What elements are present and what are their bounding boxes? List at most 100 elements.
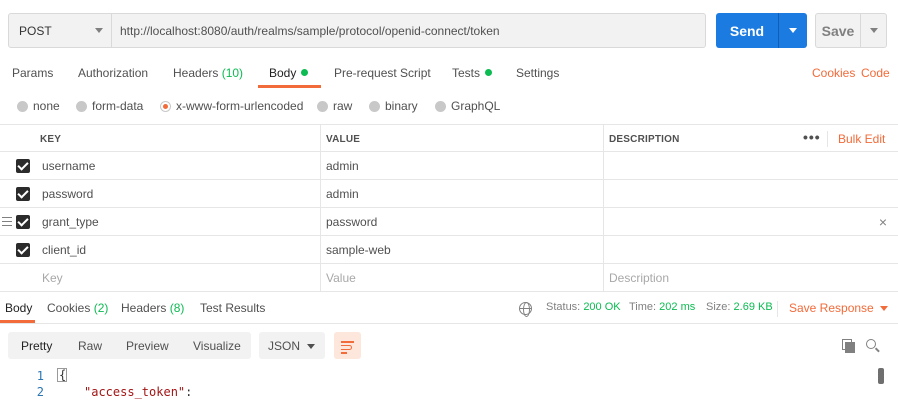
view-preview[interactable]: Preview — [126, 339, 169, 353]
method-select[interactable]: POST — [8, 13, 112, 48]
radio-raw[interactable]: raw — [317, 99, 352, 113]
new-value-input[interactable]: Value — [326, 264, 356, 292]
line-number: 2 — [36, 385, 44, 399]
chevron-down-icon — [95, 28, 103, 33]
close-icon[interactable]: × — [879, 214, 887, 230]
tab-body[interactable]: Body — [269, 66, 309, 80]
json-key: "access_token": — [84, 385, 192, 399]
send-button[interactable]: Send — [716, 13, 807, 48]
divider — [320, 208, 321, 236]
bulk-edit-link[interactable]: Bulk Edit — [838, 132, 885, 146]
divider — [320, 125, 321, 153]
response-tabs: Body Cookies (2) Headers (8) Test Result… — [0, 294, 898, 324]
status-badge: Status: 200 OK — [546, 301, 621, 313]
radio-graphql-label: GraphQL — [451, 99, 501, 113]
divider — [320, 152, 321, 180]
view-raw[interactable]: Raw — [78, 339, 102, 353]
param-value[interactable]: admin — [326, 152, 359, 180]
new-key-input[interactable]: Key — [42, 264, 63, 292]
wrap-icon — [341, 341, 354, 343]
format-select[interactable]: JSON — [259, 332, 325, 359]
request-url-bar: POST http://localhost:8080/auth/realms/s… — [8, 13, 706, 48]
divider — [827, 131, 828, 147]
divider — [603, 180, 604, 208]
checkbox[interactable] — [16, 187, 30, 201]
active-tab-indicator — [0, 320, 35, 323]
save-response-button[interactable]: Save Response — [789, 301, 888, 315]
search-icon[interactable] — [866, 339, 876, 349]
globe-icon[interactable] — [519, 302, 532, 317]
copy-icon[interactable] — [842, 339, 855, 353]
code-link[interactable]: Code — [861, 66, 890, 80]
radio-graphql[interactable]: GraphQL — [435, 99, 500, 113]
drag-handle-icon[interactable] — [2, 217, 12, 226]
url-value: http://localhost:8080/auth/realms/sample… — [120, 23, 500, 38]
tab-tests[interactable]: Tests — [452, 66, 493, 80]
chevron-down-icon — [307, 344, 315, 349]
table-header-row: KEY VALUE DESCRIPTION ••• Bulk Edit — [0, 124, 898, 153]
table-row-new: Key Value Description — [0, 264, 898, 292]
param-value[interactable]: sample-web — [326, 236, 391, 264]
more-options-icon[interactable]: ••• — [803, 129, 821, 145]
time-badge: Time: 202 ms — [629, 301, 695, 313]
radio-binary[interactable]: binary — [369, 99, 418, 113]
size-label: Size: — [706, 301, 731, 313]
view-mode-group: Pretty Raw Preview Visualize — [8, 332, 251, 359]
request-tabs: Params Authorization Headers (10) Body P… — [0, 60, 898, 89]
param-key[interactable]: username — [42, 152, 95, 180]
view-visualize[interactable]: Visualize — [193, 339, 241, 353]
tab-tests-label: Tests — [452, 66, 481, 80]
send-options-button[interactable] — [779, 28, 807, 33]
response-toolbar: Pretty Raw Preview Visualize JSON — [0, 330, 898, 360]
json-colon: : — [185, 385, 193, 399]
param-key[interactable]: client_id — [42, 236, 86, 264]
format-value: JSON — [268, 338, 301, 353]
radio-none[interactable]: none — [17, 99, 60, 113]
body-type-selector: none form-data x-www-form-urlencoded raw… — [0, 96, 898, 118]
scrollbar[interactable] — [878, 368, 884, 384]
url-input[interactable]: http://localhost:8080/auth/realms/sample… — [112, 13, 706, 48]
radio-selected-icon — [160, 100, 171, 112]
json-key-text: "access_token" — [84, 385, 186, 399]
checkbox[interactable] — [16, 243, 30, 257]
tab-response-headers[interactable]: Headers (8) — [121, 301, 184, 315]
param-value[interactable]: admin — [326, 180, 359, 208]
tab-authorization[interactable]: Authorization — [78, 66, 148, 80]
tab-params[interactable]: Params — [12, 66, 53, 80]
time-label: Time: — [629, 301, 657, 313]
checkbox[interactable] — [16, 159, 30, 173]
tab-cookies-label: Cookies — [47, 301, 91, 315]
radio-urlencoded-label: x-www-form-urlencoded — [176, 99, 304, 113]
tab-test-results[interactable]: Test Results — [200, 301, 265, 315]
tab-response-body[interactable]: Body — [5, 301, 32, 315]
tab-headers[interactable]: Headers (10) — [173, 66, 243, 80]
table-row: client_id sample-web — [0, 236, 898, 264]
save-options-button[interactable] — [861, 28, 886, 33]
divider — [603, 125, 604, 153]
new-description-input[interactable]: Description — [609, 264, 669, 292]
response-body-editor[interactable]: 1 { 2 "access_token": — [0, 366, 898, 401]
param-key[interactable]: password — [42, 180, 93, 208]
divider — [603, 152, 604, 180]
param-value[interactable]: password — [326, 208, 377, 236]
save-button[interactable]: Save — [815, 13, 887, 48]
divider — [320, 264, 321, 292]
radio-form-data[interactable]: form-data — [76, 99, 143, 113]
wrap-icon-part — [341, 352, 347, 354]
checkbox[interactable] — [16, 215, 30, 229]
tab-response-cookies[interactable]: Cookies (2) — [47, 301, 108, 315]
cookies-link[interactable]: Cookies — [812, 66, 855, 80]
radio-icon — [369, 100, 380, 112]
param-key[interactable]: grant_type — [42, 208, 99, 236]
divider — [603, 236, 604, 264]
radio-x-www-form-urlencoded[interactable]: x-www-form-urlencoded — [160, 99, 303, 113]
chevron-down-icon — [789, 28, 797, 33]
view-pretty[interactable]: Pretty — [21, 339, 52, 353]
tab-settings[interactable]: Settings — [516, 66, 559, 80]
tab-prerequest-script[interactable]: Pre-request Script — [334, 66, 431, 80]
wrap-lines-button[interactable] — [334, 332, 361, 359]
save-label: Save — [821, 22, 855, 39]
table-row: password admin — [0, 180, 898, 208]
tab-headers-label: Headers — [173, 66, 219, 80]
radio-icon — [435, 100, 446, 112]
